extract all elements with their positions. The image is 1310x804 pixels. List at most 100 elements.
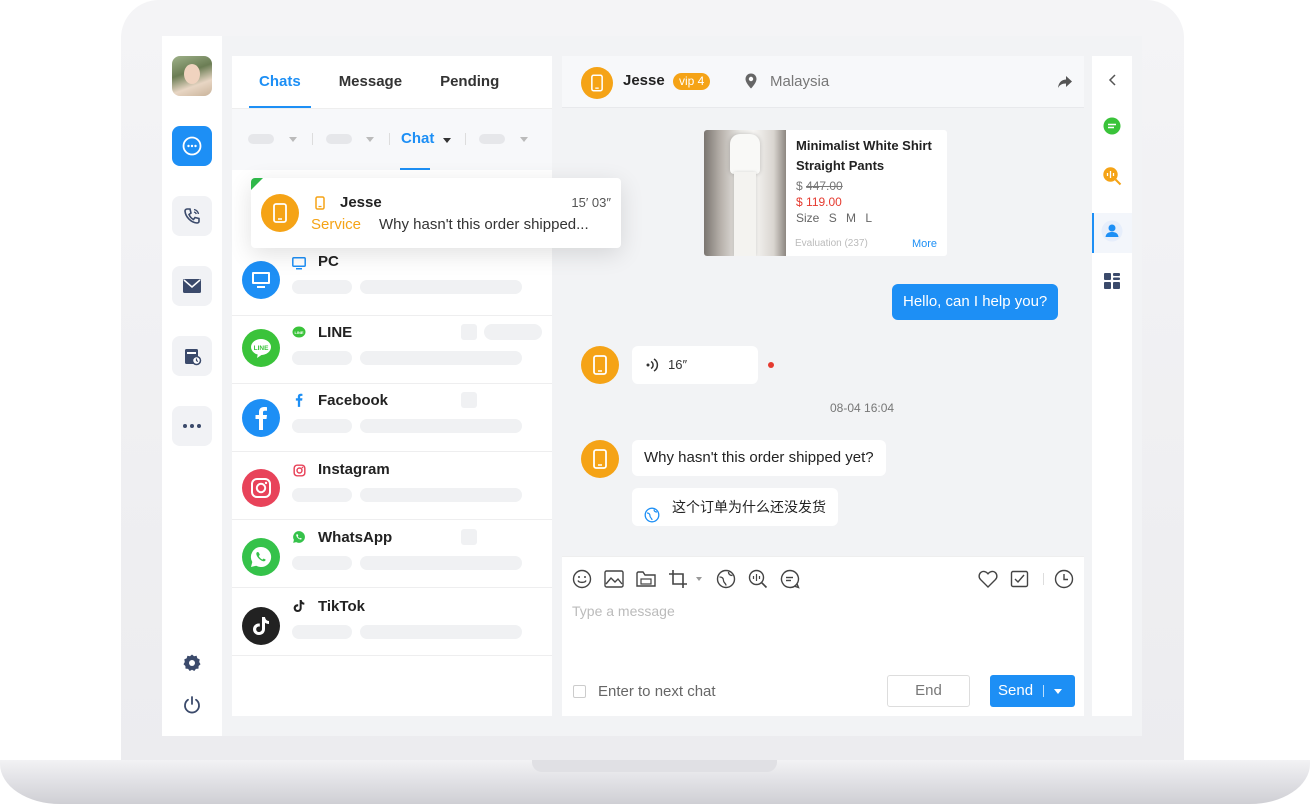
placeholder-bar (360, 556, 522, 570)
filter-placeholder[interactable] (326, 134, 352, 144)
instagram-avatar (242, 469, 280, 507)
list-item[interactable]: WhatsApp (232, 520, 552, 588)
tab-pending[interactable]: Pending (440, 56, 499, 108)
chevron-down-icon[interactable] (1054, 689, 1062, 694)
filter-placeholder[interactable] (479, 134, 505, 144)
image-icon[interactable] (604, 569, 624, 589)
emoji-icon[interactable] (572, 569, 592, 589)
service-tag: Service (311, 216, 362, 233)
chevron-down-icon[interactable] (696, 577, 702, 581)
enter-next-label: Enter to next chat (598, 683, 716, 700)
power-icon[interactable] (182, 695, 202, 715)
more-nav-button[interactable] (172, 406, 212, 446)
facebook-icon (292, 393, 306, 407)
translate-icon[interactable] (716, 569, 736, 589)
conversation-panel: Jesse vip 4 Malaysia Minimalist White Sh… (562, 56, 1084, 716)
contact-info-button[interactable] (1092, 213, 1132, 253)
message-input[interactable] (572, 599, 1072, 623)
chevron-down-icon (366, 137, 374, 142)
channel-name: Instagram (318, 461, 390, 478)
active-chat-card[interactable]: Jesse 15′ 03″ Service Why hasn't this or… (251, 178, 621, 248)
tiktok-avatar (242, 607, 280, 645)
placeholder-bar (360, 280, 522, 294)
voice-message[interactable]: 16″ (632, 346, 758, 384)
filter-chat-dropdown[interactable]: Chat (401, 130, 434, 147)
product-title: Minimalist White Shirt Straight Pants (796, 138, 932, 173)
contact-name: Jesse (340, 194, 382, 211)
placeholder-bar (292, 488, 352, 502)
clock-icon[interactable] (1054, 569, 1074, 589)
translated-message: 这个订单为什么还没发货 (632, 488, 838, 526)
size-options: S M L (828, 211, 873, 225)
user-avatar[interactable] (172, 56, 212, 96)
divider (312, 133, 313, 145)
contact-location: Malaysia (770, 73, 830, 90)
filter-placeholder[interactable] (248, 134, 274, 144)
placeholder-bar (360, 488, 522, 502)
size-label: Size (796, 211, 820, 225)
sale-price: $ 119.00 (796, 195, 842, 209)
message-preview: Why hasn't this order shipped... (379, 216, 589, 233)
translate-icon (644, 499, 660, 537)
contact-icon (1101, 220, 1123, 247)
list-item[interactable]: PC (232, 248, 552, 316)
vip-badge: vip 4 (673, 73, 711, 90)
voice-search-icon[interactable] (748, 569, 768, 589)
list-item[interactable]: Instagram (232, 452, 552, 520)
send-button[interactable]: Send (990, 675, 1075, 707)
mobile-avatar[interactable] (581, 67, 613, 99)
filter-bar: Chat (232, 108, 552, 170)
crop-icon[interactable] (668, 569, 688, 589)
mobile-avatar (581, 346, 619, 384)
original-price-value: 447.00 (806, 179, 843, 193)
collapse-button[interactable] (1092, 62, 1132, 102)
list-item[interactable]: LINE LINE LINE (232, 316, 552, 384)
placeholder-badge (461, 324, 477, 340)
mail-nav-button[interactable] (172, 266, 212, 306)
settings-icon[interactable] (182, 653, 202, 673)
chat-nav-button[interactable] (172, 126, 212, 166)
product-card[interactable]: Minimalist White Shirt Straight Pants $ … (704, 130, 947, 256)
schedule-nav-button[interactable] (172, 336, 212, 376)
whatsapp-icon (292, 530, 306, 544)
app-window: Chats Message Pending Chat PC LINE LINE … (162, 36, 1142, 736)
product-more-link[interactable]: More (912, 238, 937, 250)
phone-nav-button[interactable] (172, 196, 212, 236)
chevron-down-icon (289, 137, 297, 142)
product-sizes: Size S M L (796, 211, 872, 225)
currency-symbol: $ (796, 195, 803, 209)
placeholder-bar (292, 419, 352, 433)
folder-icon[interactable] (636, 569, 656, 589)
list-item[interactable]: Facebook (232, 384, 552, 452)
svg-text:LINE: LINE (294, 330, 303, 335)
placeholder-bar (360, 351, 522, 365)
placeholder-bar (292, 351, 352, 365)
voice-search-button[interactable] (1092, 158, 1132, 198)
channel-name: Facebook (318, 392, 389, 409)
forward-icon[interactable] (1057, 75, 1073, 94)
chevron-down-icon (443, 138, 451, 143)
enter-next-checkbox[interactable] (573, 685, 586, 698)
line-icon: LINE (292, 325, 306, 339)
tab-message[interactable]: Message (339, 56, 402, 108)
outgoing-message: Hello, can I help you? (892, 284, 1059, 320)
placeholder-badge (461, 529, 477, 545)
right-rail (1092, 56, 1132, 716)
list-item[interactable]: TikTok (232, 588, 552, 656)
voice-search-orange-icon (1102, 166, 1122, 191)
message-timestamp: 08-04 16:04 (830, 401, 895, 415)
end-button[interactable]: End (887, 675, 970, 707)
quick-reply-icon[interactable] (780, 569, 800, 589)
apps-button[interactable] (1092, 263, 1132, 303)
line-avatar: LINE (242, 329, 280, 367)
chat-panel-button[interactable] (1092, 108, 1132, 148)
channel-name: WhatsApp (318, 529, 393, 546)
divider (1043, 685, 1044, 697)
laptop-notch (532, 760, 777, 772)
edit-check-icon[interactable] (1010, 569, 1030, 589)
chat-list-panel: Chats Message Pending Chat PC LINE LINE … (232, 56, 552, 716)
tab-chats[interactable]: Chats (249, 56, 311, 108)
placeholder-bar (360, 625, 522, 639)
send-label: Send (998, 682, 1034, 699)
heart-icon[interactable] (978, 569, 998, 589)
